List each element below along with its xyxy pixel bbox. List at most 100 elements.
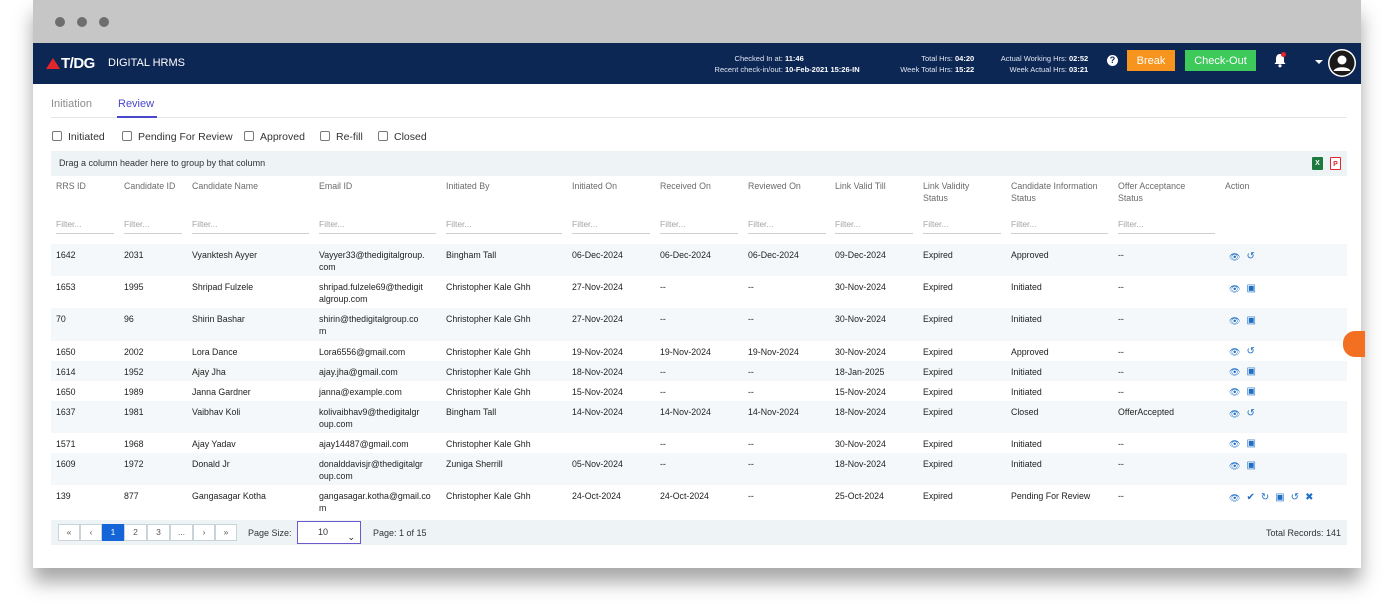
export-excel-icon[interactable]: X: [1312, 157, 1323, 170]
view-eye-icon[interactable]: 👁: [1229, 252, 1240, 262]
filter-input-rrs-id[interactable]: Filter...: [56, 219, 114, 234]
filter-pending-review[interactable]: Pending For Review: [122, 131, 233, 143]
tab-review[interactable]: Review: [118, 98, 154, 110]
row-actions: 👁 ▣: [1229, 461, 1256, 472]
recent-checkin-label: Recent check-in/out:: [714, 65, 783, 74]
reject-x-icon[interactable]: ✖: [1305, 493, 1313, 503]
column-header-candidate-name[interactable]: Candidate Name: [192, 180, 258, 192]
last-page-button[interactable]: »: [215, 524, 237, 541]
column-header-link-validity-status[interactable]: Link Validity Status: [923, 180, 969, 204]
checkbox-icon[interactable]: [52, 131, 62, 141]
next-page-button[interactable]: ›: [193, 524, 215, 541]
history-icon[interactable]: ↺: [1291, 493, 1299, 503]
filter-input-link-validity-status[interactable]: Filter...: [923, 219, 1001, 234]
cell-candidate-name: Ajay Jha: [192, 367, 226, 377]
filter-input-received-on[interactable]: Filter...: [660, 219, 738, 234]
checkbox-icon[interactable]: [320, 131, 330, 141]
calendar-icon[interactable]: ▣: [1246, 387, 1255, 397]
checkbox-icon[interactable]: [244, 131, 254, 141]
column-header-link-valid-till[interactable]: Link Valid Till: [835, 180, 886, 192]
view-eye-icon[interactable]: 👁: [1229, 387, 1240, 397]
column-header-reviewed-on[interactable]: Reviewed On: [748, 180, 801, 192]
user-menu-caret-icon[interactable]: [1315, 60, 1323, 64]
filter-input-offer-acceptance-status[interactable]: Filter...: [1118, 219, 1215, 234]
help-icon[interactable]: ?: [1107, 55, 1118, 66]
view-eye-icon[interactable]: 👁: [1229, 461, 1240, 471]
email-line: shripad.fulzele69@thedigit: [319, 282, 423, 292]
table-row: 1650 1989 Janna Gardner janna@example.com Ch…: [51, 381, 1347, 401]
page-3-button[interactable]: 3: [147, 524, 170, 541]
history-icon[interactable]: ↺: [1246, 252, 1254, 262]
filter-input-candidate-info-status[interactable]: Filter...: [1011, 219, 1108, 234]
filter-input-reviewed-on[interactable]: Filter...: [748, 219, 826, 234]
calendar-icon[interactable]: ▣: [1275, 493, 1284, 503]
view-eye-icon[interactable]: 👁: [1229, 316, 1240, 326]
first-page-button[interactable]: «: [58, 524, 80, 541]
cell-candidate-info-status: Approved: [1011, 250, 1049, 260]
checkbox-icon[interactable]: [122, 131, 132, 141]
calendar-icon[interactable]: ▣: [1246, 367, 1255, 377]
checkbox-icon[interactable]: [378, 131, 388, 141]
email-line: m: [319, 503, 327, 513]
column-header-offer-acceptance-status[interactable]: Offer Acceptance Status: [1118, 180, 1185, 204]
page-ellipsis-button[interactable]: ...: [170, 524, 193, 541]
tab-bar: Initiation Review: [51, 98, 1347, 118]
window-dot-maximize[interactable]: [99, 17, 109, 27]
refresh-icon[interactable]: ↻: [1261, 493, 1269, 503]
group-drop-area[interactable]: Drag a column header here to group by th…: [51, 151, 1347, 176]
approve-check-icon[interactable]: ✔: [1246, 493, 1254, 503]
calendar-icon[interactable]: ▣: [1246, 439, 1255, 449]
prev-page-button[interactable]: ‹: [80, 524, 102, 541]
page-2-button[interactable]: 2: [124, 524, 147, 541]
filter-label: Pending For Review: [138, 131, 233, 143]
filter-input-email-id[interactable]: Filter...: [319, 219, 436, 234]
pagination-bar: «‹ 1 2 3... ›» Page Size: 10 ⌄ Page: 1 of 15 Tota…: [51, 520, 1347, 545]
column-header-candidate-info-status[interactable]: Candidate Information Status: [1011, 180, 1098, 204]
column-header-received-on[interactable]: Received On: [660, 180, 711, 192]
window-dot-close[interactable]: [55, 17, 65, 27]
page-size-select[interactable]: 10 ⌄: [297, 521, 361, 544]
calendar-icon[interactable]: ▣: [1246, 461, 1255, 471]
export-pdf-icon[interactable]: P: [1330, 157, 1341, 170]
window-dot-minimize[interactable]: [77, 17, 87, 27]
cell-email-id: donalddavisjr@thedigitalgr oup.com: [319, 458, 443, 482]
column-header-initiated-on[interactable]: Initiated On: [572, 180, 617, 192]
calendar-icon[interactable]: ▣: [1246, 316, 1255, 326]
filter-input-initiated-on[interactable]: Filter...: [572, 219, 650, 234]
column-header-line: Status: [1118, 193, 1143, 203]
cell-candidate-info-status: Initiated: [1011, 439, 1042, 449]
column-header-rrs-id[interactable]: RRS ID: [56, 180, 86, 192]
view-eye-icon[interactable]: 👁: [1229, 409, 1240, 419]
user-avatar[interactable]: [1328, 49, 1356, 77]
company-logo[interactable]: T/DG: [46, 55, 95, 72]
tab-initiation[interactable]: Initiation: [51, 98, 92, 110]
column-header-email-id[interactable]: Email ID: [319, 180, 352, 192]
history-icon[interactable]: ↺: [1246, 409, 1254, 419]
view-eye-icon[interactable]: 👁: [1229, 493, 1240, 503]
view-eye-icon[interactable]: 👁: [1229, 284, 1240, 294]
side-feedback-tab[interactable]: [1343, 331, 1365, 357]
page-1-button[interactable]: 1: [102, 524, 124, 541]
cell-email-id: gangasagar.kotha@gmail.co m: [319, 490, 443, 514]
break-button[interactable]: Break: [1127, 50, 1175, 71]
checkout-button[interactable]: Check-Out: [1185, 50, 1256, 71]
filter-input-link-valid-till[interactable]: Filter...: [835, 219, 913, 234]
column-header-action[interactable]: Action: [1225, 180, 1249, 192]
view-eye-icon[interactable]: 👁: [1229, 367, 1240, 377]
view-eye-icon[interactable]: 👁: [1229, 439, 1240, 449]
week-total-label: Week Total Hrs:: [900, 65, 953, 74]
history-icon[interactable]: ↺: [1246, 347, 1254, 357]
filter-refill[interactable]: Re-fill: [320, 131, 363, 143]
filter-input-initiated-by[interactable]: Filter...: [446, 219, 562, 234]
filter-closed[interactable]: Closed: [378, 131, 427, 143]
view-eye-icon[interactable]: 👁: [1229, 347, 1240, 357]
filter-initiated[interactable]: Initiated: [52, 131, 105, 143]
column-header-candidate-id[interactable]: Candidate ID: [124, 180, 175, 192]
filter-input-candidate-id[interactable]: Filter...: [124, 219, 182, 234]
email-line: m: [319, 326, 327, 336]
filter-input-candidate-name[interactable]: Filter...: [192, 219, 309, 234]
calendar-icon[interactable]: ▣: [1246, 284, 1255, 294]
filter-approved[interactable]: Approved: [244, 131, 305, 143]
notification-bell-icon[interactable]: [1273, 52, 1287, 73]
column-header-initiated-by[interactable]: Initiated By: [446, 180, 490, 192]
